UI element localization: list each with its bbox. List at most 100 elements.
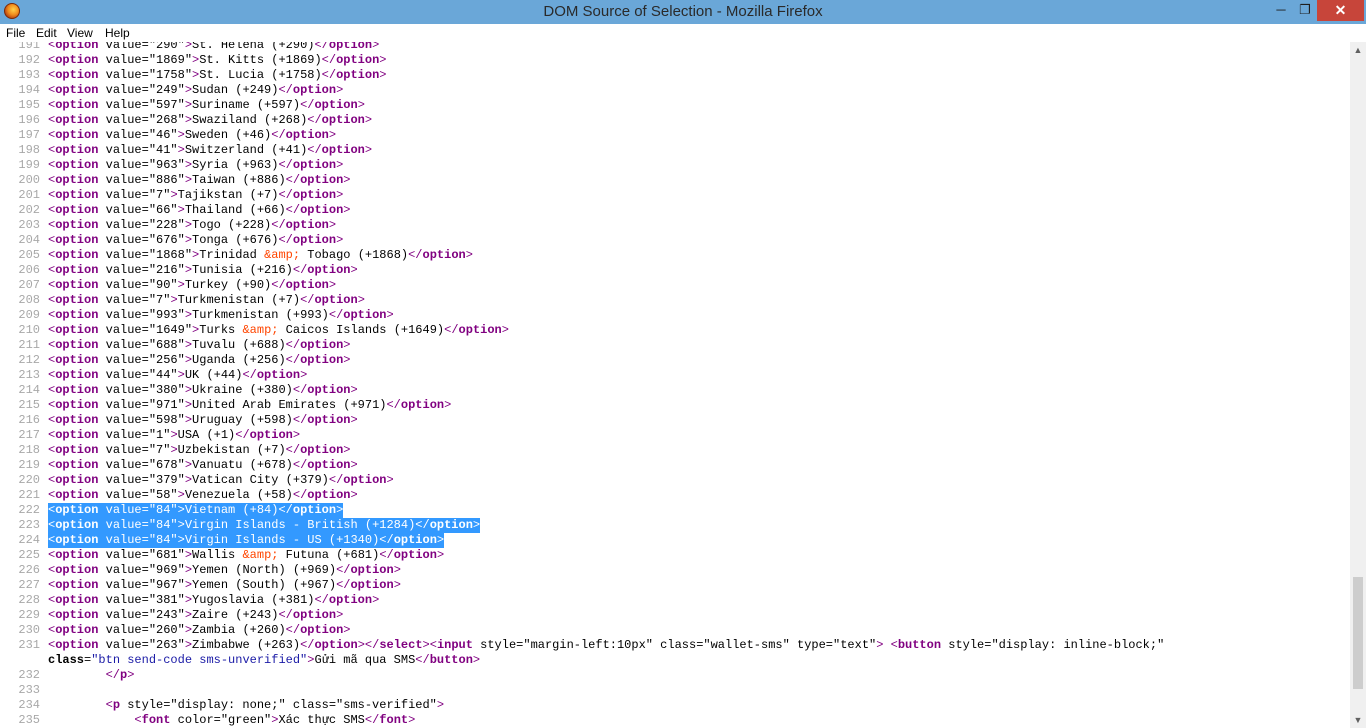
line-number: 234 bbox=[18, 698, 40, 712]
line-code: <option value="1869">St. Kitts (+1869)</… bbox=[48, 53, 387, 67]
line-code: <option value="380">Ukraine (+380)</opti… bbox=[48, 383, 358, 397]
line-number: 207 bbox=[18, 278, 40, 292]
line-code: <option value="84">Virgin Islands - Brit… bbox=[48, 518, 481, 533]
source-view[interactable]: 191 <option value="290">St. Helena (+290)… bbox=[0, 42, 1350, 728]
line-code: <option value="46">Sweden (+46)</option> bbox=[48, 128, 337, 142]
line-code: <option value="963">Syria (+963)</option… bbox=[48, 158, 344, 172]
line-code: <option value="993">Turkmenistan (+993)<… bbox=[48, 308, 394, 322]
line-number: 208 bbox=[18, 293, 40, 307]
line-code: <p style="display: none;" class="sms-ver… bbox=[105, 698, 445, 712]
menu-edit[interactable]: Edit bbox=[36, 26, 57, 40]
line-code: <option value="44">UK (+44)</option> bbox=[48, 368, 308, 382]
line-code: <option value="7">Uzbekistan (+7)</optio… bbox=[48, 443, 351, 457]
line-number: 231 bbox=[18, 638, 40, 652]
line-number: 217 bbox=[18, 428, 40, 442]
line-number: 219 bbox=[18, 458, 40, 472]
line-code: <option value="256">Uganda (+256)</optio… bbox=[48, 353, 351, 367]
line-code: <option value="598">Uruguay (+598)</opti… bbox=[48, 413, 358, 427]
line-number: 199 bbox=[18, 158, 40, 172]
line-number: 210 bbox=[18, 323, 40, 337]
line-number: 228 bbox=[18, 593, 40, 607]
line-number: 201 bbox=[18, 188, 40, 202]
line-number: 204 bbox=[18, 233, 40, 247]
line-code: <option value="678">Vanuatu (+678)</opti… bbox=[48, 458, 358, 472]
title-bar: DOM Source of Selection - Mozilla Firefo… bbox=[0, 0, 1366, 24]
line-number: 232 bbox=[18, 668, 40, 682]
line-code: <option value="7">Tajikstan (+7)</option… bbox=[48, 188, 344, 202]
line-code: <option value="268">Swaziland (+268)</op… bbox=[48, 113, 373, 127]
menu-view[interactable]: View bbox=[67, 26, 93, 40]
line-number: 233 bbox=[18, 683, 40, 697]
line-number: 198 bbox=[18, 143, 40, 157]
line-number: 214 bbox=[18, 383, 40, 397]
line-code: <option value="681">Wallis &amp; Futuna … bbox=[48, 548, 445, 562]
line-code: <option value="886">Taiwan (+886)</optio… bbox=[48, 173, 351, 187]
line-number: 206 bbox=[18, 263, 40, 277]
minimize-button[interactable]: ─ bbox=[1268, 0, 1294, 21]
chevron-up-icon[interactable]: ▲ bbox=[1350, 42, 1366, 58]
scrollbar-thumb[interactable] bbox=[1353, 577, 1363, 689]
line-number: 226 bbox=[18, 563, 40, 577]
line-number: 225 bbox=[18, 548, 40, 562]
line-code: <option value="1868">Trinidad &amp; Toba… bbox=[48, 248, 473, 262]
line-code: class="btn send-code sms-unverified">Gửi… bbox=[48, 653, 481, 667]
line-code: <font color="green">Xác thực SMS</font> bbox=[134, 713, 416, 727]
line-code: <option value="1649">Turks &amp; Caicos … bbox=[48, 323, 509, 337]
line-number: 215 bbox=[18, 398, 40, 412]
line-code: <option value="263">Zimbabwe (+263)</opt… bbox=[48, 638, 1165, 652]
line-number: 213 bbox=[18, 368, 40, 382]
menu-file[interactable]: File bbox=[6, 26, 25, 40]
line-number: 229 bbox=[18, 608, 40, 622]
line-number: 191 bbox=[18, 42, 40, 52]
line-code: <option value="676">Tonga (+676)</option… bbox=[48, 233, 344, 247]
line-code: <option value="90">Turkey (+90)</option> bbox=[48, 278, 337, 292]
line-number: 197 bbox=[18, 128, 40, 142]
line-code: <option value="243">Zaire (+243)</option… bbox=[48, 608, 344, 622]
line-number: 218 bbox=[18, 443, 40, 457]
menu-help[interactable]: Help bbox=[105, 26, 130, 40]
line-code: <option value="1758">St. Lucia (+1758)</… bbox=[48, 68, 387, 82]
line-number: 196 bbox=[18, 113, 40, 127]
line-number: 222 bbox=[18, 503, 40, 517]
line-code: <option value="249">Sudan (+249)</option… bbox=[48, 83, 344, 97]
line-number: 235 bbox=[18, 713, 40, 727]
line-code: <option value="379">Vatican City (+379)<… bbox=[48, 473, 394, 487]
line-number: 209 bbox=[18, 308, 40, 322]
line-code: <option value="969">Yemen (North) (+969)… bbox=[48, 563, 401, 577]
maximize-button[interactable]: ❐ bbox=[1292, 0, 1318, 21]
line-number: 194 bbox=[18, 83, 40, 97]
line-code: <option value="66">Thailand (+66)</optio… bbox=[48, 203, 351, 217]
close-button[interactable]: ✕ bbox=[1317, 0, 1364, 21]
line-code: <option value="967">Yemen (South) (+967)… bbox=[48, 578, 401, 592]
line-code: <option value="228">Togo (+228)</option> bbox=[48, 218, 337, 232]
line-number: 205 bbox=[18, 248, 40, 262]
line-number: 203 bbox=[18, 218, 40, 232]
line-number: 227 bbox=[18, 578, 40, 592]
line-code: <option value="216">Tunisia (+216)</opti… bbox=[48, 263, 358, 277]
line-code: <option value="58">Venezuela (+58)</opti… bbox=[48, 488, 358, 502]
line-number: 223 bbox=[18, 518, 40, 532]
line-number: 220 bbox=[18, 473, 40, 487]
line-code: <option value="597">Suriname (+597)</opt… bbox=[48, 98, 365, 112]
line-number: 224 bbox=[18, 533, 40, 547]
line-number: 211 bbox=[18, 338, 40, 352]
line-number: 193 bbox=[18, 68, 40, 82]
line-number: 216 bbox=[18, 413, 40, 427]
line-code: <option value="7">Turkmenistan (+7)</opt… bbox=[48, 293, 365, 307]
line-code: </p> bbox=[105, 668, 135, 682]
line-number: 221 bbox=[18, 488, 40, 502]
line-code: <option value="1">USA (+1)</option> bbox=[48, 428, 301, 442]
line-number: 195 bbox=[18, 98, 40, 112]
line-number: 202 bbox=[18, 203, 40, 217]
menu-bar: File Edit View Help bbox=[0, 24, 1366, 42]
chevron-down-icon[interactable]: ▼ bbox=[1350, 712, 1366, 728]
line-code: <option value="84">Virgin Islands - US (… bbox=[48, 533, 445, 548]
line-number: 212 bbox=[18, 353, 40, 367]
line-number: 192 bbox=[18, 53, 40, 67]
line-number: 230 bbox=[18, 623, 40, 637]
line-code: <option value="971">United Arab Emirates… bbox=[48, 398, 452, 412]
window-title: DOM Source of Selection - Mozilla Firefo… bbox=[543, 3, 823, 20]
line-code: <option value="290">St. Helena (+290)</o… bbox=[48, 42, 380, 52]
line-code: <option value="41">Switzerland (+41)</op… bbox=[48, 143, 373, 157]
vertical-scrollbar[interactable]: ▲ ▼ bbox=[1350, 42, 1366, 728]
